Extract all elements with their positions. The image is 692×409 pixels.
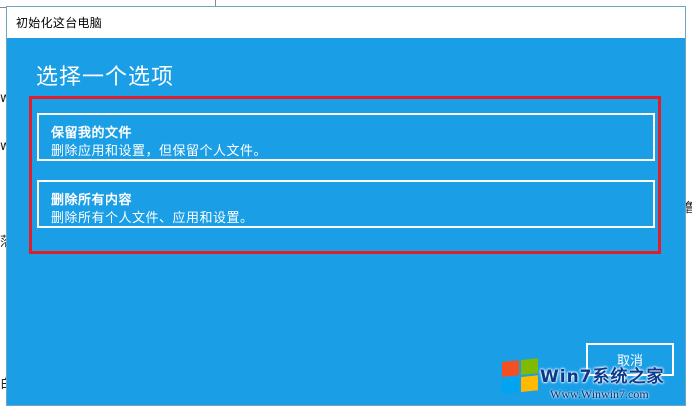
- watermark-url: Www.Winwin7.com: [550, 387, 649, 401]
- remove-everything-option[interactable]: 删除所有内容 删除所有个人文件、应用和设置。: [37, 180, 655, 228]
- background-text-fragment: 鲁: [684, 201, 692, 216]
- site-watermark: Win7系统之家 Www.Winwin7.com: [494, 348, 690, 406]
- dialog-title: 初始化这台电脑: [16, 16, 103, 30]
- option-title: 删除所有内容: [51, 193, 133, 208]
- option-description: 删除应用和设置，但保留个人文件。: [51, 144, 268, 159]
- option-description: 删除所有个人文件、应用和设置。: [51, 211, 254, 226]
- keep-my-files-option[interactable]: 保留我的文件 删除应用和设置，但保留个人文件。: [37, 113, 655, 161]
- dialog-titlebar: 初始化这台电脑: [7, 7, 685, 38]
- dialog-heading: 选择一个选项: [36, 65, 175, 90]
- reset-pc-dialog: 初始化这台电脑 选择一个选项 保留我的文件 删除应用和设置，但保留个人文件。 删…: [7, 7, 685, 405]
- option-title: 保留我的文件: [51, 126, 133, 141]
- watermark-title: Win7系统之家: [540, 367, 665, 387]
